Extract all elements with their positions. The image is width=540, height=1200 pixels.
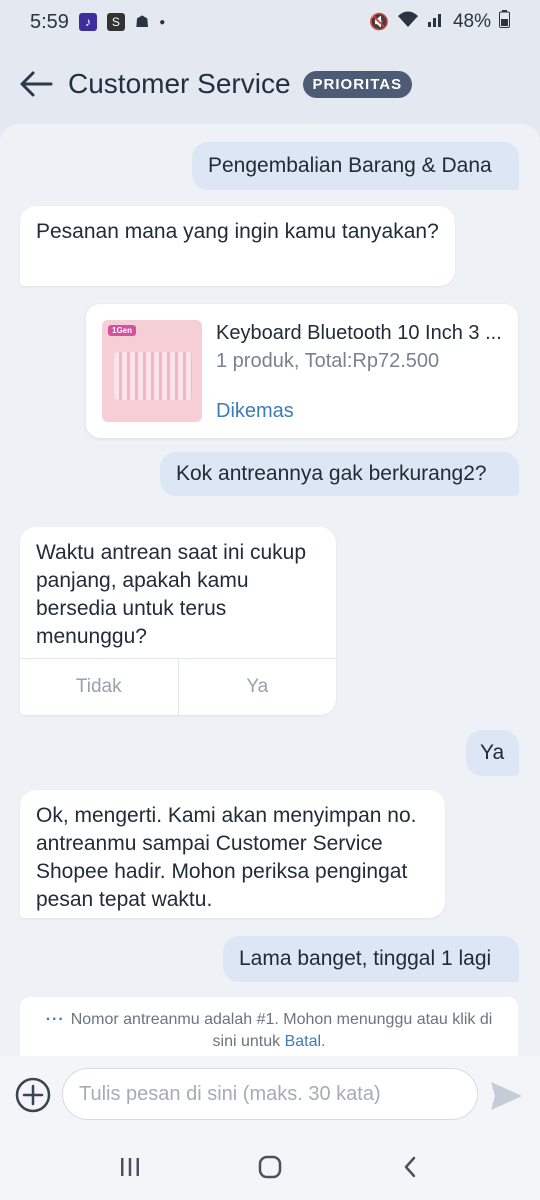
message-bubble-out: Ya	[466, 730, 519, 776]
product-name: Keyboard Bluetooth 10 Inch 3 ...	[216, 322, 502, 344]
mute-icon: 🔇	[369, 14, 389, 31]
message-bubble-out: Lama banget, tinggal 1 lagi	[223, 936, 519, 982]
recent-apps-button[interactable]	[100, 1142, 160, 1192]
message-bubble-in: Pesanan mana yang ingin kamu tanyakan?	[20, 206, 455, 286]
app-notification-icon: ♪	[78, 13, 97, 31]
dot-icon: ●	[159, 16, 166, 28]
message-bubble-in: Ok, mengerti. Kami akan menyimpan no. an…	[20, 790, 445, 918]
choice-row: Tidak Ya	[20, 658, 336, 715]
add-button[interactable]	[14, 1076, 52, 1114]
plus-circle-icon	[15, 1077, 51, 1113]
chevron-left-icon	[404, 1156, 416, 1178]
battery-icon	[499, 10, 510, 34]
thumb-tag: 1Gen	[108, 325, 137, 336]
battery-level: 48%	[452, 11, 491, 32]
order-status: Dikemas	[216, 400, 294, 422]
wifi-icon	[397, 10, 419, 34]
message-bubble-out: Pengembalian Barang & Dana	[192, 142, 519, 190]
status-bar: 5:59 ♪ S ☗ ● 🔇 48%	[0, 0, 540, 44]
order-card[interactable]: 1Gen Keyboard Bluetooth 10 Inch 3 ... 1 …	[86, 304, 518, 438]
page-title: Customer Service	[68, 68, 291, 99]
home-icon	[258, 1155, 282, 1179]
product-thumbnail: 1Gen	[102, 320, 202, 422]
cancel-link[interactable]: Batal	[285, 1033, 321, 1050]
home-button[interactable]	[240, 1142, 300, 1192]
recent-apps-icon	[121, 1158, 139, 1176]
question-text: Waktu antrean saat ini cukup panjang, ap…	[36, 541, 307, 648]
choice-yes-button[interactable]: Ya	[177, 659, 337, 715]
question-card: Waktu antrean saat ini cukup panjang, ap…	[20, 527, 336, 715]
shopee-icon: S	[106, 13, 125, 31]
queue-notice-text: Nomor antreanmu adalah #1. Mohon menungg…	[70, 1011, 493, 1050]
back-button[interactable]	[16, 64, 56, 104]
system-back-button[interactable]	[380, 1142, 440, 1192]
order-summary: 1 produk, Total:Rp72.500	[216, 350, 440, 372]
status-time: 5:59	[30, 10, 69, 33]
message-input[interactable]	[62, 1068, 478, 1120]
signal-icon	[427, 10, 445, 34]
composer-bar	[0, 1056, 540, 1134]
choice-no-button[interactable]: Tidak	[20, 659, 178, 715]
ellipsis-icon: ···	[45, 1011, 65, 1028]
send-icon	[491, 1082, 522, 1110]
arrow-left-icon	[20, 71, 53, 97]
queue-notice-end: .	[321, 1033, 326, 1050]
chat-area[interactable]: Pengembalian Barang & Dana Pesanan mana …	[0, 124, 540, 1056]
system-nav-bar	[0, 1134, 540, 1200]
message-bubble-out: Kok antreannya gak berkurang2?	[160, 452, 519, 496]
android-icon: ☗	[134, 14, 150, 31]
keyboard-image	[114, 352, 192, 400]
chat-header: Customer Service PRIORITAS	[0, 44, 540, 124]
priority-badge: PRIORITAS	[302, 70, 413, 98]
queue-notice: ··· Nomor antreanmu adalah #1. Mohon menu…	[20, 997, 518, 1056]
send-button[interactable]	[488, 1080, 524, 1112]
